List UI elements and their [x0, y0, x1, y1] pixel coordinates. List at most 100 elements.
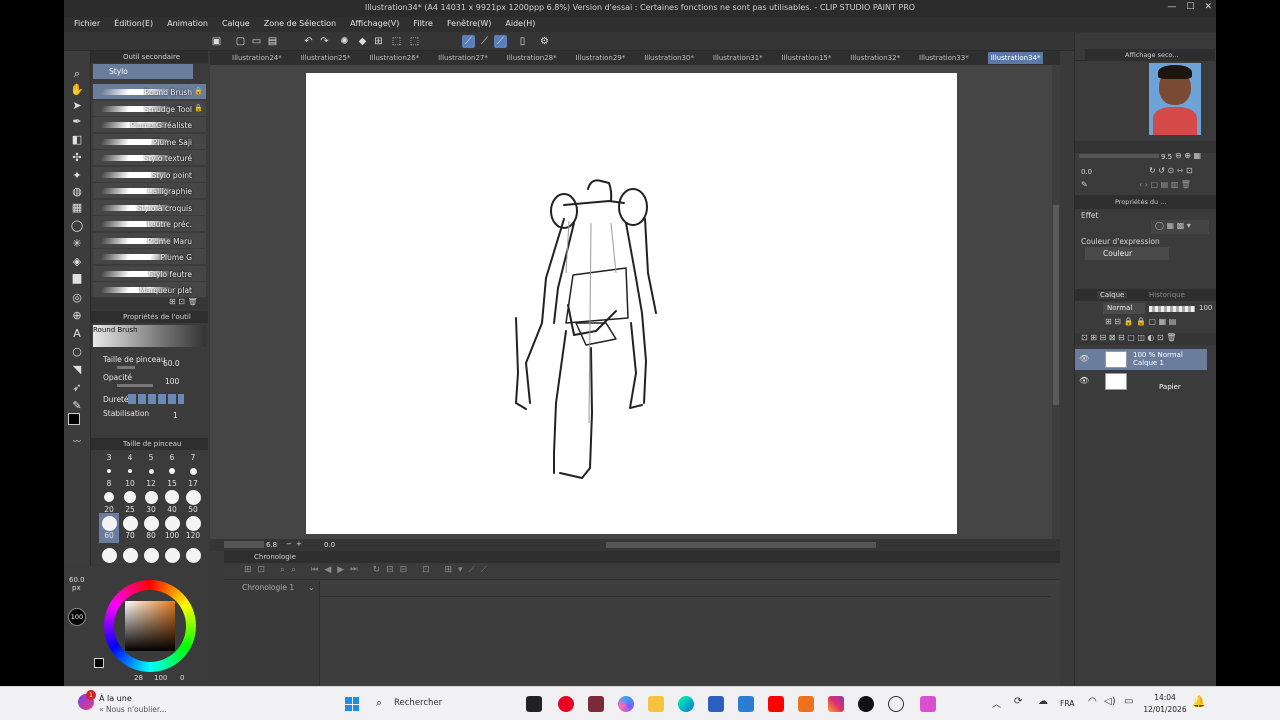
color-main-swatch[interactable]	[94, 658, 104, 668]
file-explorer-icon[interactable]	[648, 696, 664, 712]
eye-icon[interactable]: 👁	[1079, 376, 1089, 385]
brush-item[interactable]: Marqueur plat	[93, 282, 206, 298]
canvas-vertical-scrollbar[interactable]	[1052, 65, 1060, 539]
brush-item[interactable]: Calligraphie	[93, 183, 206, 199]
new-file-icon[interactable]: ▢	[234, 35, 247, 48]
brush-size-dot[interactable]	[122, 515, 138, 531]
document-tab[interactable]: Illustration28*	[507, 52, 557, 64]
balloon-icon[interactable]: ○	[69, 345, 85, 359]
brush-size-dot[interactable]	[164, 515, 180, 531]
app-game-icon[interactable]	[588, 696, 604, 712]
brush-size-option-label[interactable]: 12	[141, 479, 161, 488]
eraser-icon[interactable]: ◧	[69, 133, 85, 147]
document-tab[interactable]: Illustration32*	[850, 52, 900, 64]
stabilization-value[interactable]: 1	[173, 411, 178, 420]
snap-grid-icon[interactable]: ⟋	[494, 35, 507, 48]
canvas-area[interactable]	[210, 65, 1052, 539]
brush-size-slider[interactable]	[117, 366, 135, 369]
zoom-value[interactable]: 6.8	[266, 541, 277, 549]
brush-size-option-label[interactable]: 60	[99, 531, 119, 540]
tray-app-icon[interactable]: ☁	[1038, 696, 1048, 707]
brush-size-option-label[interactable]: 100	[162, 531, 182, 540]
zoom-out-icon[interactable]: −	[286, 540, 292, 548]
pinterest-icon[interactable]	[558, 696, 574, 712]
brush-item[interactable]: Stylo texturé	[93, 150, 206, 166]
grid-icon[interactable]: ▦	[69, 201, 85, 215]
app-l-icon[interactable]	[526, 696, 542, 712]
brush-item[interactable]: Round Brush 🔒	[93, 84, 206, 100]
instagram-icon[interactable]	[828, 696, 844, 712]
sub-view-zoom[interactable]: 9.5	[1161, 153, 1172, 161]
document-tab[interactable]: Illustration27*	[438, 52, 488, 64]
fill-icon[interactable]: ◆	[356, 35, 369, 48]
lasso-icon[interactable]: ◯	[69, 219, 85, 233]
sub-tool-icon[interactable]: ⊕	[69, 309, 85, 323]
blend-mode-select[interactable]: Normal	[1103, 303, 1145, 314]
hand-icon[interactable]: ✋	[69, 83, 85, 97]
tray-sync-icon[interactable]: ⟳	[1014, 696, 1022, 707]
nav-controls-icon[interactable]: ‹ › ▢ ▤ ▥ 🗑	[1139, 180, 1191, 189]
layer-row[interactable]: 👁 Papier	[1075, 371, 1207, 392]
document-tab[interactable]: Illustration30*	[644, 52, 694, 64]
news-title[interactable]: À la une	[99, 694, 132, 703]
close-icon[interactable]: ✕	[1204, 2, 1212, 12]
brush-size-dot[interactable]	[124, 491, 136, 503]
brush-item[interactable]: Smudge Tool 🔒	[93, 100, 206, 117]
brush-size-option-label[interactable]: 50	[183, 505, 203, 514]
brush-size-option-label[interactable]: 25	[120, 505, 140, 514]
copilot-icon[interactable]	[618, 696, 634, 712]
document-tab[interactable]: Illustration33*	[919, 52, 969, 64]
brush-size-value[interactable]: 60.0	[163, 359, 180, 368]
reference-image[interactable]	[1149, 63, 1201, 135]
brush-size-option-label[interactable]: 5	[141, 453, 161, 462]
brush-size-dot[interactable]	[104, 492, 114, 502]
settings-icon[interactable]: ⚙	[538, 35, 551, 48]
document-tab[interactable]: Illustration25*	[301, 52, 351, 64]
saturation-square[interactable]	[125, 601, 175, 651]
battery-icon[interactable]: ▭	[1124, 696, 1133, 707]
zoom-icon[interactable]: ⌕	[69, 67, 85, 81]
selection-icon[interactable]: ◎	[69, 291, 85, 305]
menu-calque[interactable]: Calque	[222, 17, 257, 32]
brush-size-option-label[interactable]: 20	[99, 505, 119, 514]
brush-size-option-label[interactable]: 120	[183, 531, 203, 540]
menu-selection[interactable]: Zone de Sélection	[264, 17, 343, 32]
pen-icon[interactable]: ✒	[69, 115, 85, 129]
menu-animation[interactable]: Animation	[167, 17, 215, 32]
menu-filtre[interactable]: Filtre	[413, 17, 440, 32]
clock-time[interactable]: 14:04	[1140, 693, 1190, 702]
zoom-in-icon[interactable]: +	[296, 540, 302, 548]
brush-size-dot[interactable]	[185, 515, 201, 531]
loading-icon[interactable]: ✺	[338, 35, 351, 48]
save-icon[interactable]: ▤	[266, 35, 279, 48]
zoom-slider[interactable]	[224, 541, 264, 548]
wifi-icon[interactable]: ◠	[1088, 696, 1097, 707]
timeline-controls[interactable]: ⊞⊡ ⌕⌕ ⏮◀▶⏭ ↻⊟⊟ ⊡ ⊞▾⟋⟋	[224, 563, 1060, 580]
transform-icon[interactable]: ⊞	[372, 35, 385, 48]
brush-size-dot[interactable]	[107, 469, 111, 473]
taskbar-search[interactable]: Rechercher	[394, 698, 442, 708]
ruler-icon[interactable]: ◥	[69, 363, 85, 377]
brush-size-dot[interactable]	[165, 548, 180, 563]
brush-item[interactable]: Stylo point	[93, 166, 206, 183]
brush-item[interactable]: Plume Maru	[93, 232, 206, 249]
fill-tool-icon[interactable]: ◈	[69, 255, 85, 269]
menu-edition[interactable]: Édition(E)	[114, 17, 160, 32]
text-icon[interactable]: A	[69, 327, 85, 341]
brush-size-dot[interactable]	[169, 468, 175, 474]
document-tab[interactable]: Illustration34*	[987, 52, 1044, 64]
edge-icon[interactable]	[678, 696, 694, 712]
app-blue-icon[interactable]	[738, 696, 754, 712]
decoration-icon[interactable]: ✣	[69, 151, 85, 165]
crop-icon[interactable]: ⬚	[408, 35, 421, 48]
history-tab[interactable]: Historique	[1149, 291, 1185, 299]
airbrush-icon[interactable]: ◍	[69, 185, 85, 199]
brush-size-dot[interactable]	[148, 468, 154, 474]
brush-size-option-label[interactable]: 7	[183, 453, 203, 462]
layer-lock-icons[interactable]: ⊞ ⊟ 🔒 🔒 ▢ ▦ ▤	[1075, 317, 1216, 331]
operation-icon[interactable]: ➤	[69, 99, 85, 113]
transparent-icon[interactable]: 〰	[69, 435, 85, 449]
clip-studio-icon[interactable]: ▣	[210, 35, 223, 48]
sub-tool-group[interactable]: Stylo	[93, 64, 193, 79]
windows-start-icon[interactable]	[345, 697, 359, 711]
